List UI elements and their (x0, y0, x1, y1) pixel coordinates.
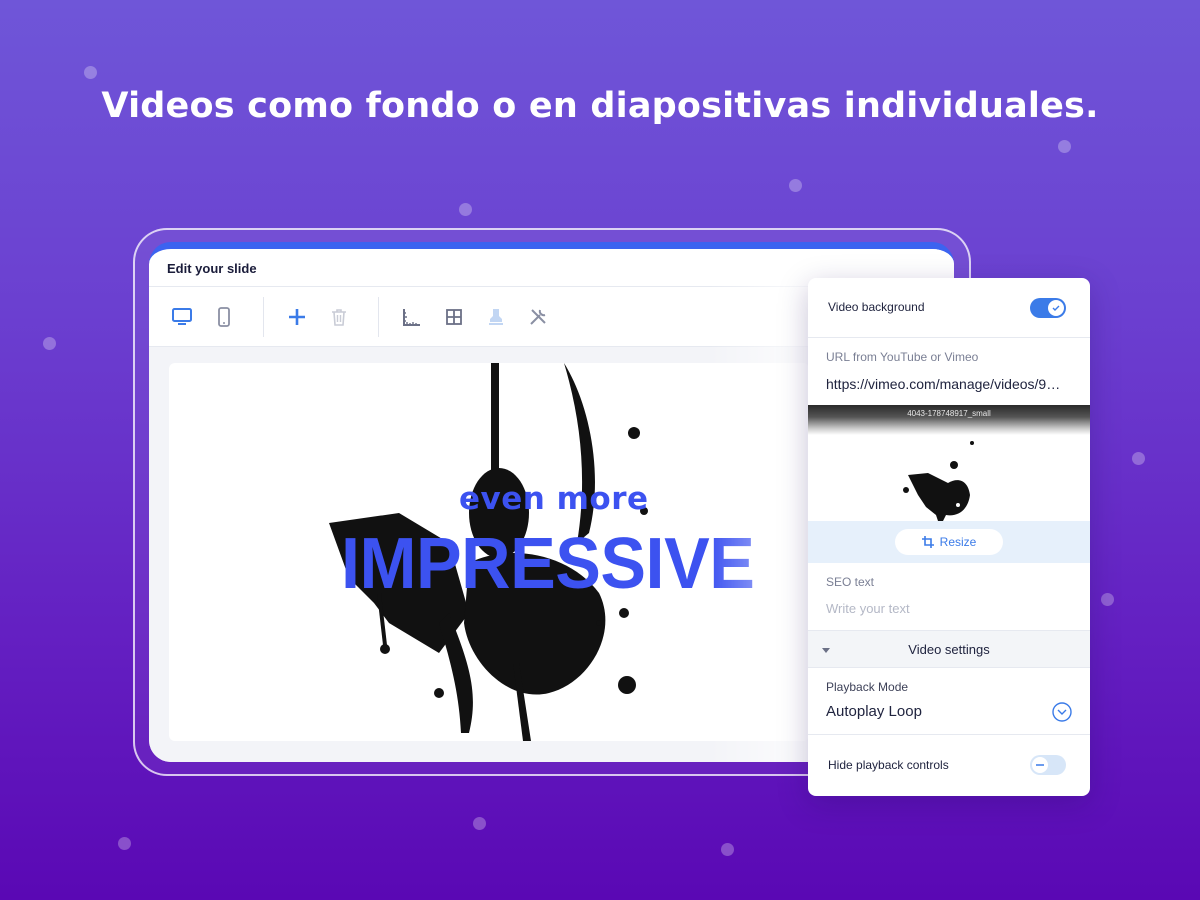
url-input[interactable]: https://vimeo.com/manage/videos/9… (826, 376, 1076, 392)
decor-dot (473, 817, 486, 830)
desktop-icon[interactable] (171, 306, 193, 328)
minus-icon (1036, 764, 1044, 766)
video-settings-label: Video settings (908, 641, 990, 657)
grid-icon[interactable] (443, 306, 465, 328)
decor-dot (84, 66, 97, 79)
trash-icon[interactable] (328, 306, 350, 328)
hide-controls-label: Hide playback controls (828, 758, 949, 772)
url-label: URL from YouTube or Vimeo (826, 350, 979, 364)
video-background-row: Video background (808, 278, 1090, 338)
video-settings-header[interactable]: Video settings (808, 630, 1090, 668)
seo-input[interactable]: Write your text (826, 601, 910, 616)
slide-heading-small: even more (459, 481, 649, 517)
toolbar-divider (378, 296, 379, 337)
video-background-toggle[interactable] (1030, 298, 1066, 318)
hide-controls-toggle[interactable] (1030, 755, 1066, 775)
ruler-icon[interactable] (401, 306, 423, 328)
slide-heading-large: IMPRESSIVE (341, 524, 755, 604)
stamp-icon[interactable] (485, 306, 507, 328)
chevron-down-icon[interactable] (1052, 702, 1072, 722)
toolbar-divider (263, 296, 264, 337)
resize-button[interactable]: Resize (895, 529, 1003, 555)
video-background-label: Video background (828, 300, 925, 314)
playback-mode-value[interactable]: Autoplay Loop (826, 703, 922, 720)
video-settings-panel: Video background URL from YouTube or Vim… (808, 278, 1090, 796)
playback-mode-label: Playback Mode (826, 680, 909, 694)
video-thumbnail: 4043-178748917_small Resize (808, 405, 1090, 563)
decor-dot (1101, 593, 1114, 606)
thumbnail-caption: 4043-178748917_small (808, 405, 1090, 435)
seo-label: SEO text (826, 575, 875, 589)
hide-controls-row: Hide playback controls (808, 735, 1090, 795)
plus-icon[interactable] (286, 306, 308, 328)
decor-dot (721, 843, 734, 856)
tools-icon[interactable] (527, 306, 549, 328)
crop-icon (921, 536, 934, 548)
decor-dot (789, 179, 802, 192)
decor-dot (1132, 452, 1145, 465)
playback-mode-row: Playback Mode Autoplay Loop (808, 668, 1090, 735)
url-row: URL from YouTube or Vimeo https://vimeo.… (808, 338, 1090, 405)
page-headline: Videos como fondo o en diapositivas indi… (101, 86, 1099, 126)
decor-dot (459, 203, 472, 216)
decor-dot (43, 337, 56, 350)
resize-band: Resize (808, 521, 1090, 563)
thumbnail-ink-graphic (903, 441, 974, 527)
caret-down-icon (822, 648, 830, 653)
decor-dot (1058, 140, 1071, 153)
mobile-icon[interactable] (213, 306, 235, 328)
resize-label: Resize (939, 535, 977, 549)
decor-dot (118, 837, 131, 850)
check-icon (1052, 305, 1060, 311)
seo-row: SEO text Write your text (808, 563, 1090, 630)
